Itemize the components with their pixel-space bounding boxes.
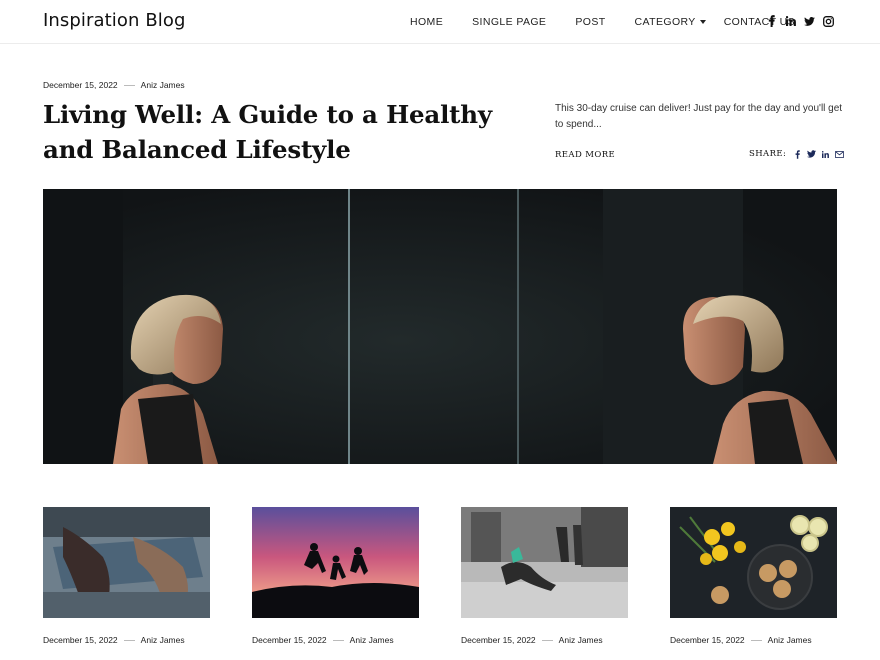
meta-divider: [123, 84, 135, 86]
linkedin-icon[interactable]: [785, 15, 796, 27]
card-thumbnail[interactable]: [670, 507, 837, 618]
meta-divider: [750, 639, 762, 641]
card-thumbnail[interactable]: [461, 507, 628, 618]
post-author[interactable]: Aniz James: [350, 635, 394, 645]
post-date: December 15, 2022: [252, 635, 327, 645]
post-card[interactable]: December 15, 2022 Aniz James: [43, 507, 210, 645]
site-logo[interactable]: Inspiration Blog: [43, 10, 186, 31]
site-header: Inspiration Blog HOME SINGLE PAGE POST C…: [0, 0, 880, 44]
hero-photo-woman-mirror: [43, 189, 837, 464]
facebook-icon[interactable]: [766, 15, 777, 27]
chevron-down-icon: [699, 20, 706, 24]
meta-divider: [123, 639, 135, 641]
social-links: [766, 15, 842, 27]
meta-divider: [541, 639, 553, 641]
post-date: December 15, 2022: [461, 635, 536, 645]
post-card[interactable]: December 15, 2022 Aniz James: [461, 507, 628, 645]
card-thumbnail[interactable]: [252, 507, 419, 618]
card-meta: December 15, 2022 Aniz James: [461, 635, 603, 645]
share-bar: SHARE:: [749, 149, 849, 159]
mail-icon[interactable]: [835, 149, 845, 159]
nav-item-single-page[interactable]: SINGLE PAGE: [472, 16, 546, 28]
card-meta: December 15, 2022 Aniz James: [43, 635, 185, 645]
twitter-icon[interactable]: [804, 15, 815, 27]
hero-meta: December 15, 2022 Aniz James: [43, 80, 185, 90]
post-author[interactable]: Aniz James: [559, 635, 603, 645]
meta-divider: [332, 639, 344, 641]
post-date: December 15, 2022: [43, 635, 118, 645]
nav-item-category[interactable]: CATEGORY: [635, 16, 706, 28]
instagram-icon[interactable]: [823, 15, 834, 27]
read-more-link[interactable]: READ MORE: [555, 150, 615, 160]
post-author[interactable]: Aniz James: [141, 80, 185, 90]
post-card[interactable]: December 15, 2022 Aniz James: [670, 507, 837, 645]
facebook-icon[interactable]: [793, 149, 802, 159]
hero-title[interactable]: Living Well: A Guide to a Healthy and Ba…: [43, 97, 513, 167]
post-date: December 15, 2022: [43, 80, 118, 90]
linkedin-icon[interactable]: [821, 149, 830, 159]
nav-item-post[interactable]: POST: [575, 16, 605, 28]
card-meta: December 15, 2022 Aniz James: [670, 635, 812, 645]
nav-item-home[interactable]: HOME: [410, 16, 443, 28]
main-nav: HOME SINGLE PAGE POST CATEGORY CONTACT U…: [410, 16, 824, 28]
post-date: December 15, 2022: [670, 635, 745, 645]
card-meta: December 15, 2022 Aniz James: [252, 635, 394, 645]
post-author[interactable]: Aniz James: [141, 635, 185, 645]
hero-image[interactable]: [43, 189, 837, 464]
share-label: SHARE:: [749, 149, 787, 159]
post-card[interactable]: December 15, 2022 Aniz James: [252, 507, 419, 645]
twitter-icon[interactable]: [807, 149, 817, 159]
post-author[interactable]: Aniz James: [768, 635, 812, 645]
card-thumbnail[interactable]: [43, 507, 210, 618]
hero-excerpt: This 30-day cruise can deliver! Just pay…: [555, 103, 843, 130]
nav-item-category-label: CATEGORY: [634, 16, 696, 28]
